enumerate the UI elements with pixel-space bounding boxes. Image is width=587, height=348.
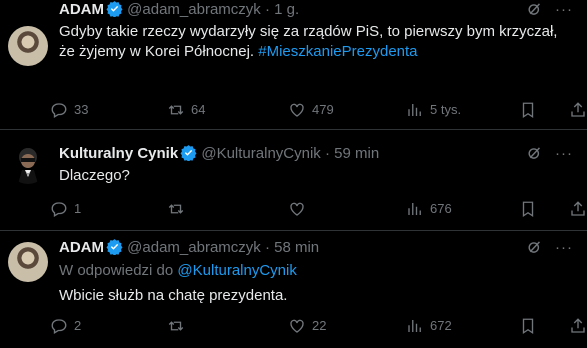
bookmark-icon [522, 318, 534, 334]
tweet-header: ADAM @adam_abramczyk · 58 min ··· [59, 238, 573, 258]
reply-button[interactable]: 2 [50, 316, 81, 336]
views-icon [408, 103, 421, 117]
like-button[interactable]: 479 [288, 100, 334, 120]
bookmark-button[interactable] [519, 199, 537, 219]
tweet-text: Wbicie służb na chatę prezydenta. [59, 287, 288, 304]
verified-badge-icon [180, 144, 198, 161]
tweet-actions: 2 22 672 [50, 316, 587, 336]
share-button[interactable] [569, 199, 587, 219]
retweet-icon [168, 321, 184, 331]
timestamp[interactable]: 58 min [274, 239, 319, 256]
reply-icon [51, 319, 67, 334]
like-icon [290, 202, 304, 216]
author-name[interactable]: ADAM [59, 1, 104, 18]
share-icon [571, 318, 585, 333]
author-name[interactable]: Kulturalny Cynik [59, 145, 178, 162]
tweet-text: Gdyby takie rzeczy wydarzyły się za rząd… [59, 22, 573, 62]
avatar[interactable] [8, 144, 48, 184]
retweet-icon [168, 204, 184, 214]
more-icon[interactable]: ··· [555, 0, 573, 20]
reply-context: W odpowiedzi do @KulturalnyCynik [59, 261, 573, 281]
reply-icon [51, 202, 67, 217]
timestamp[interactable]: 1 g. [274, 1, 299, 18]
share-icon [571, 102, 585, 117]
share-button[interactable] [569, 316, 587, 336]
separator: · [264, 239, 270, 256]
share-icon [571, 201, 585, 216]
like-button[interactable]: 22 [288, 316, 326, 336]
bookmark-icon [522, 102, 534, 118]
bookmark-button[interactable] [519, 316, 537, 336]
bookmark-button[interactable] [519, 100, 537, 120]
author-handle[interactable]: @KulturalnyCynik [201, 145, 320, 162]
like-button[interactable] [288, 199, 306, 219]
tweet[interactable]: Kulturalny Cynik @KulturalnyCynik · 59 m… [0, 130, 587, 231]
timestamp[interactable]: 59 min [334, 145, 379, 162]
more-icon[interactable]: ··· [555, 238, 573, 258]
hashtag-link[interactable]: #MieszkaniePrezydenta [258, 43, 417, 60]
reply-prefix: W odpowiedzi do [59, 262, 174, 279]
tweet-text-line: Gdyby takie rzeczy wydarzyły się za rząd… [59, 23, 558, 40]
reply-button[interactable]: 1 [50, 199, 81, 219]
like-icon [290, 103, 304, 117]
grok-icon[interactable] [526, 239, 543, 256]
separator: · [324, 145, 330, 162]
grok-icon[interactable] [526, 145, 543, 162]
author-handle[interactable]: @adam_abramczyk [127, 239, 261, 256]
views-button[interactable]: 5 tys. [406, 100, 461, 120]
author-name[interactable]: ADAM [59, 239, 104, 256]
more-icon[interactable]: ··· [555, 144, 573, 164]
reply-icon [51, 103, 67, 118]
retweet-icon [168, 105, 184, 115]
tweet-header: ADAM @adam_abramczyk · 1 g. ··· [59, 0, 573, 20]
tweet[interactable]: ADAM @adam_abramczyk · 1 g. ··· Gdyby ta… [0, 0, 587, 130]
retweet-button[interactable]: 64 [167, 100, 205, 120]
views-button[interactable]: 672 [406, 316, 452, 336]
mention-link[interactable]: @KulturalnyCynik [177, 262, 296, 279]
tweet[interactable]: ADAM @adam_abramczyk · 58 min ··· W odpo… [0, 231, 587, 348]
separator: · [264, 1, 270, 18]
views-icon [408, 202, 421, 216]
views-button[interactable]: 676 [406, 199, 452, 219]
retweet-button[interactable] [167, 316, 185, 336]
tweet-actions: 1 676 [50, 199, 587, 219]
avatar[interactable] [8, 26, 48, 66]
tweet-text: Dlaczego? [59, 167, 130, 184]
views-icon [408, 319, 421, 333]
bookmark-icon [522, 201, 534, 217]
avatar[interactable] [8, 242, 48, 282]
reply-button[interactable]: 33 [50, 100, 88, 120]
verified-badge-icon [106, 0, 123, 17]
tweet-actions: 33 64 479 5 tys. [50, 100, 587, 120]
tweet-text-line: że żyjemy w Korei Północnej. #Mieszkanie… [59, 43, 418, 60]
grok-icon[interactable] [526, 1, 543, 18]
retweet-button[interactable] [167, 199, 185, 219]
share-button[interactable] [569, 100, 587, 120]
verified-badge-icon [106, 238, 123, 255]
like-icon [290, 319, 304, 333]
tweet-header: Kulturalny Cynik @KulturalnyCynik · 59 m… [59, 144, 573, 164]
avatar-image [18, 148, 38, 184]
author-handle[interactable]: @adam_abramczyk [127, 1, 261, 18]
